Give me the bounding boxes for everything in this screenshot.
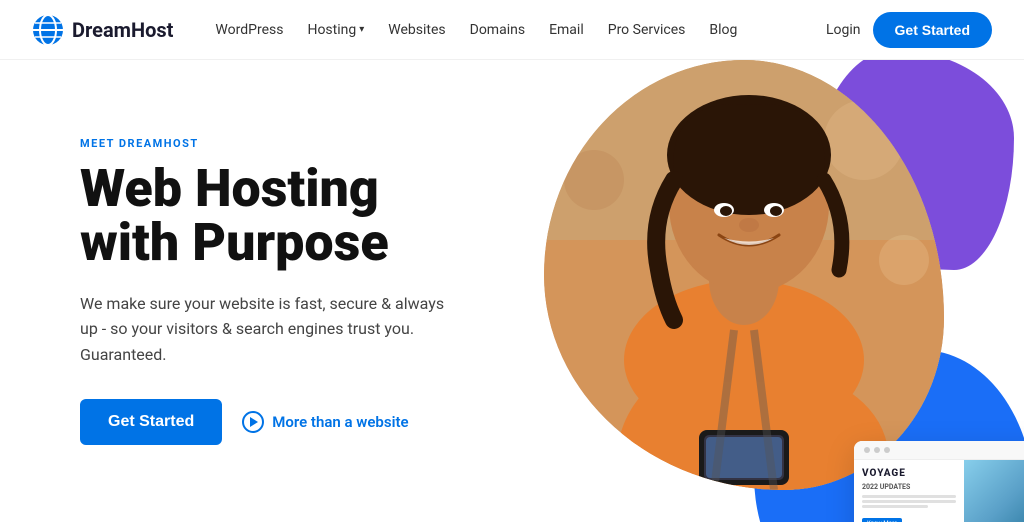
play-icon bbox=[242, 411, 264, 433]
card-site-name: VOYAGE bbox=[862, 468, 956, 479]
nav-domains[interactable]: Domains bbox=[460, 16, 535, 44]
nav-hosting[interactable]: Hosting bbox=[297, 16, 374, 44]
hero-image-area: VOYAGE 2022 UPDATES Know More THE WORLD … bbox=[524, 60, 1024, 522]
main-blob bbox=[544, 60, 944, 490]
login-link[interactable]: Login bbox=[826, 22, 861, 38]
hero-title: Web Hosting with Purpose bbox=[80, 162, 560, 271]
card-body: VOYAGE 2022 UPDATES Know More THE WORLD … bbox=[854, 460, 1024, 522]
card-year-badge: 2022 UPDATES bbox=[862, 483, 956, 491]
more-than-website-link[interactable]: More than a website bbox=[242, 411, 408, 433]
person-photo bbox=[544, 60, 944, 490]
hero-content: MEET DREAMHOST Web Hosting with Purpose … bbox=[80, 137, 560, 446]
card-dot-3 bbox=[884, 447, 890, 453]
card-header bbox=[854, 441, 1024, 460]
card-dot-1 bbox=[864, 447, 870, 453]
card-dot-2 bbox=[874, 447, 880, 453]
nav-links: WordPress Hosting Websites Domains Email… bbox=[205, 16, 826, 44]
card-know-more-button[interactable]: Know More bbox=[862, 518, 902, 522]
card-desc-line-1 bbox=[862, 495, 956, 498]
card-desc-line-2 bbox=[862, 500, 956, 503]
card-desc-line-3 bbox=[862, 505, 928, 508]
nav-email[interactable]: Email bbox=[539, 16, 594, 44]
card-right: THE WORLD AROUN▐ 🗼 bbox=[964, 460, 1024, 522]
logo-text: DreamHost bbox=[72, 18, 173, 42]
navbar: DreamHost WordPress Hosting Websites Dom… bbox=[0, 0, 1024, 60]
meet-label: MEET DREAMHOST bbox=[80, 137, 560, 150]
nav-actions: Login Get Started bbox=[826, 12, 992, 48]
logo[interactable]: DreamHost bbox=[32, 14, 173, 46]
hero-description: We make sure your website is fast, secur… bbox=[80, 291, 460, 368]
nav-blog[interactable]: Blog bbox=[699, 16, 747, 44]
nav-websites[interactable]: Websites bbox=[378, 16, 455, 44]
hero-get-started-button[interactable]: Get Started bbox=[80, 399, 222, 445]
nav-pro-services[interactable]: Pro Services bbox=[598, 16, 696, 44]
nav-wordpress[interactable]: WordPress bbox=[205, 16, 293, 44]
card-image bbox=[964, 460, 1024, 522]
nav-get-started-button[interactable]: Get Started bbox=[873, 12, 992, 48]
website-card: VOYAGE 2022 UPDATES Know More THE WORLD … bbox=[854, 441, 1024, 522]
card-left: VOYAGE 2022 UPDATES Know More bbox=[854, 460, 964, 522]
hero-actions: Get Started More than a website bbox=[80, 399, 560, 445]
hero-section: MEET DREAMHOST Web Hosting with Purpose … bbox=[0, 60, 1024, 522]
